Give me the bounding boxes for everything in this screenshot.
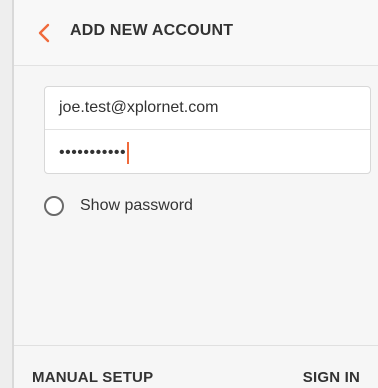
app-header: ADD NEW ACCOUNT — [14, 0, 378, 66]
back-button[interactable] — [30, 19, 58, 47]
manual-setup-button[interactable]: MANUAL SETUP — [32, 369, 153, 386]
show-password-label: Show password — [80, 197, 193, 214]
password-value: ••••••••••• — [59, 143, 127, 161]
footer-divider — [14, 345, 378, 346]
app-frame: ADD NEW ACCOUNT joe.test@xplornet.com ••… — [12, 0, 378, 388]
email-value: joe.test@xplornet.com — [59, 99, 219, 116]
show-password-option[interactable]: Show password — [44, 192, 193, 220]
text-caret — [127, 141, 130, 164]
sign-in-button[interactable]: SIGN IN — [303, 369, 360, 386]
credentials-form: joe.test@xplornet.com ••••••••••• — [44, 86, 371, 174]
show-password-radio[interactable] — [44, 196, 64, 216]
chevron-left-icon — [38, 23, 50, 43]
page-title: ADD NEW ACCOUNT — [70, 22, 234, 39]
password-field[interactable]: ••••••••••• — [45, 131, 370, 173]
email-field[interactable]: joe.test@xplornet.com — [45, 87, 370, 130]
